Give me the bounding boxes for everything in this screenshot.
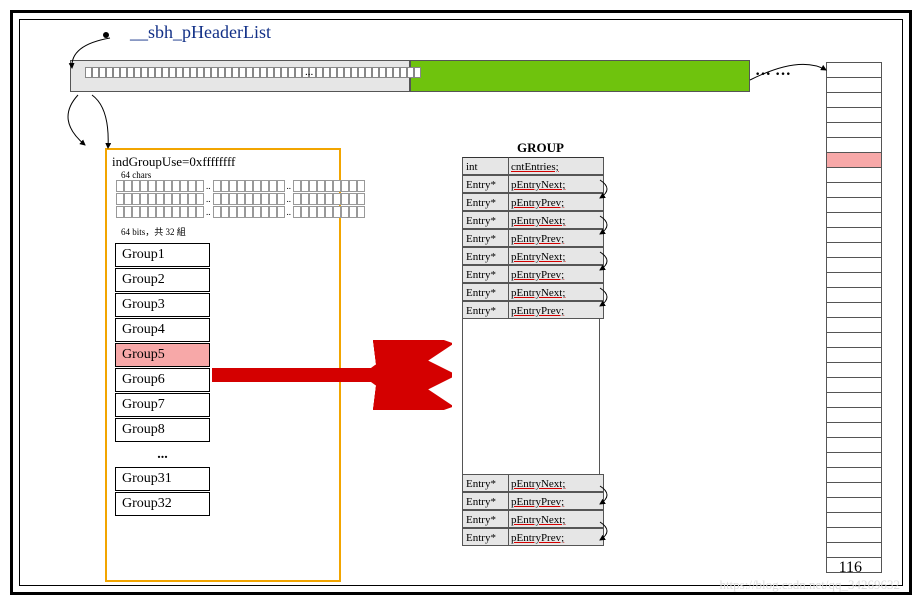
struct-type: Entry*: [462, 211, 508, 229]
memory-row: [826, 497, 882, 513]
header-bullet: [103, 32, 109, 38]
memory-row: [826, 107, 882, 123]
struct-field: cntEntries;: [508, 157, 604, 175]
memory-row: [826, 122, 882, 138]
memory-row: [826, 467, 882, 483]
struct-type: Entry*: [462, 247, 508, 265]
struct-type: Entry*: [462, 265, 508, 283]
memory-row: [826, 197, 882, 213]
memory-row: [826, 242, 882, 258]
strip-trailing-dots: ··· ···: [755, 66, 791, 84]
memory-row: [826, 422, 882, 438]
struct-type: Entry*: [462, 229, 508, 247]
group-item: Group7: [115, 393, 210, 417]
strip-ellipsis: ...: [305, 66, 313, 78]
memory-row: [826, 227, 882, 243]
memory-row: [826, 77, 882, 93]
memory-row: [826, 137, 882, 153]
group-item: Group8: [115, 418, 210, 442]
page-number: 116: [839, 559, 862, 577]
group-item: Group4: [115, 318, 210, 342]
struct-type: Entry*: [462, 510, 508, 528]
memory-row: [826, 452, 882, 468]
chars-grid: ............: [116, 180, 365, 219]
group-item: Group31: [115, 467, 210, 491]
memory-row: [826, 302, 882, 318]
memory-row: [826, 347, 882, 363]
top-header-strip: ...: [70, 60, 750, 92]
right-memory-bar: [826, 62, 882, 572]
memory-row: [826, 527, 882, 543]
struct-field: pEntryPrev;: [508, 265, 604, 283]
struct-field: pEntryNext;: [508, 474, 604, 492]
memory-row: [826, 92, 882, 108]
group-struct-title: GROUP: [517, 140, 564, 156]
memory-row: [826, 407, 882, 423]
memory-row: [826, 362, 882, 378]
strip-gray: ...: [70, 60, 410, 92]
memory-row: [826, 332, 882, 348]
struct-type: Entry*: [462, 528, 508, 546]
struct-type: Entry*: [462, 474, 508, 492]
struct-type: Entry*: [462, 492, 508, 510]
memory-row: [826, 287, 882, 303]
memory-row: [826, 482, 882, 498]
struct-field: pEntryNext;: [508, 510, 604, 528]
watermark: https://blog.csdn.net/qq_34269632: [719, 577, 900, 593]
struct-type: Entry*: [462, 301, 508, 319]
memory-row: [826, 167, 882, 183]
group-item: Group2: [115, 268, 210, 292]
memory-row: [826, 212, 882, 228]
memory-row: [826, 542, 882, 558]
struct-field: pEntryPrev;: [508, 528, 604, 546]
memory-row: [826, 317, 882, 333]
struct-field: pEntryPrev;: [508, 193, 604, 211]
struct-field: pEntryNext;: [508, 247, 604, 265]
bits-label: 64 bits，共 32 組: [121, 225, 186, 238]
memory-row: [826, 62, 882, 78]
group-ellipsis: ...: [115, 443, 210, 467]
group-item: Group1: [115, 243, 210, 267]
strip-green: [410, 60, 750, 92]
strip-cells-right: [323, 67, 421, 78]
struct-field: pEntryPrev;: [508, 229, 604, 247]
memory-row: [826, 392, 882, 408]
struct-type: Entry*: [462, 283, 508, 301]
group-item: Group3: [115, 293, 210, 317]
struct-gap: [462, 319, 600, 474]
memory-row: [826, 377, 882, 393]
struct-field: pEntryNext;: [508, 283, 604, 301]
group-item: Group32: [115, 492, 210, 516]
struct-type: Entry*: [462, 193, 508, 211]
memory-row: [826, 272, 882, 288]
memory-row: [826, 257, 882, 273]
header-pointer-label: __sbh_pHeaderList: [130, 22, 271, 43]
memory-row: [826, 182, 882, 198]
group-list: Group1Group2Group3Group4Group5Group6Grou…: [115, 243, 210, 517]
struct-field: pEntryPrev;: [508, 492, 604, 510]
group-item: Group5: [115, 343, 210, 367]
group-struct: intcntEntries;Entry*pEntryNext;Entry*pEn…: [462, 157, 604, 546]
memory-row: [826, 512, 882, 528]
group-item: Group6: [115, 368, 210, 392]
memory-row: [826, 152, 882, 168]
struct-field: pEntryPrev;: [508, 301, 604, 319]
struct-field: pEntryNext;: [508, 211, 604, 229]
chars-label: 64 chars: [121, 170, 151, 180]
struct-type: int: [462, 157, 508, 175]
struct-field: pEntryNext;: [508, 175, 604, 193]
struct-type: Entry*: [462, 175, 508, 193]
ind-group-use-label: indGroupUse=0xffffffff: [112, 154, 235, 170]
memory-row: [826, 437, 882, 453]
